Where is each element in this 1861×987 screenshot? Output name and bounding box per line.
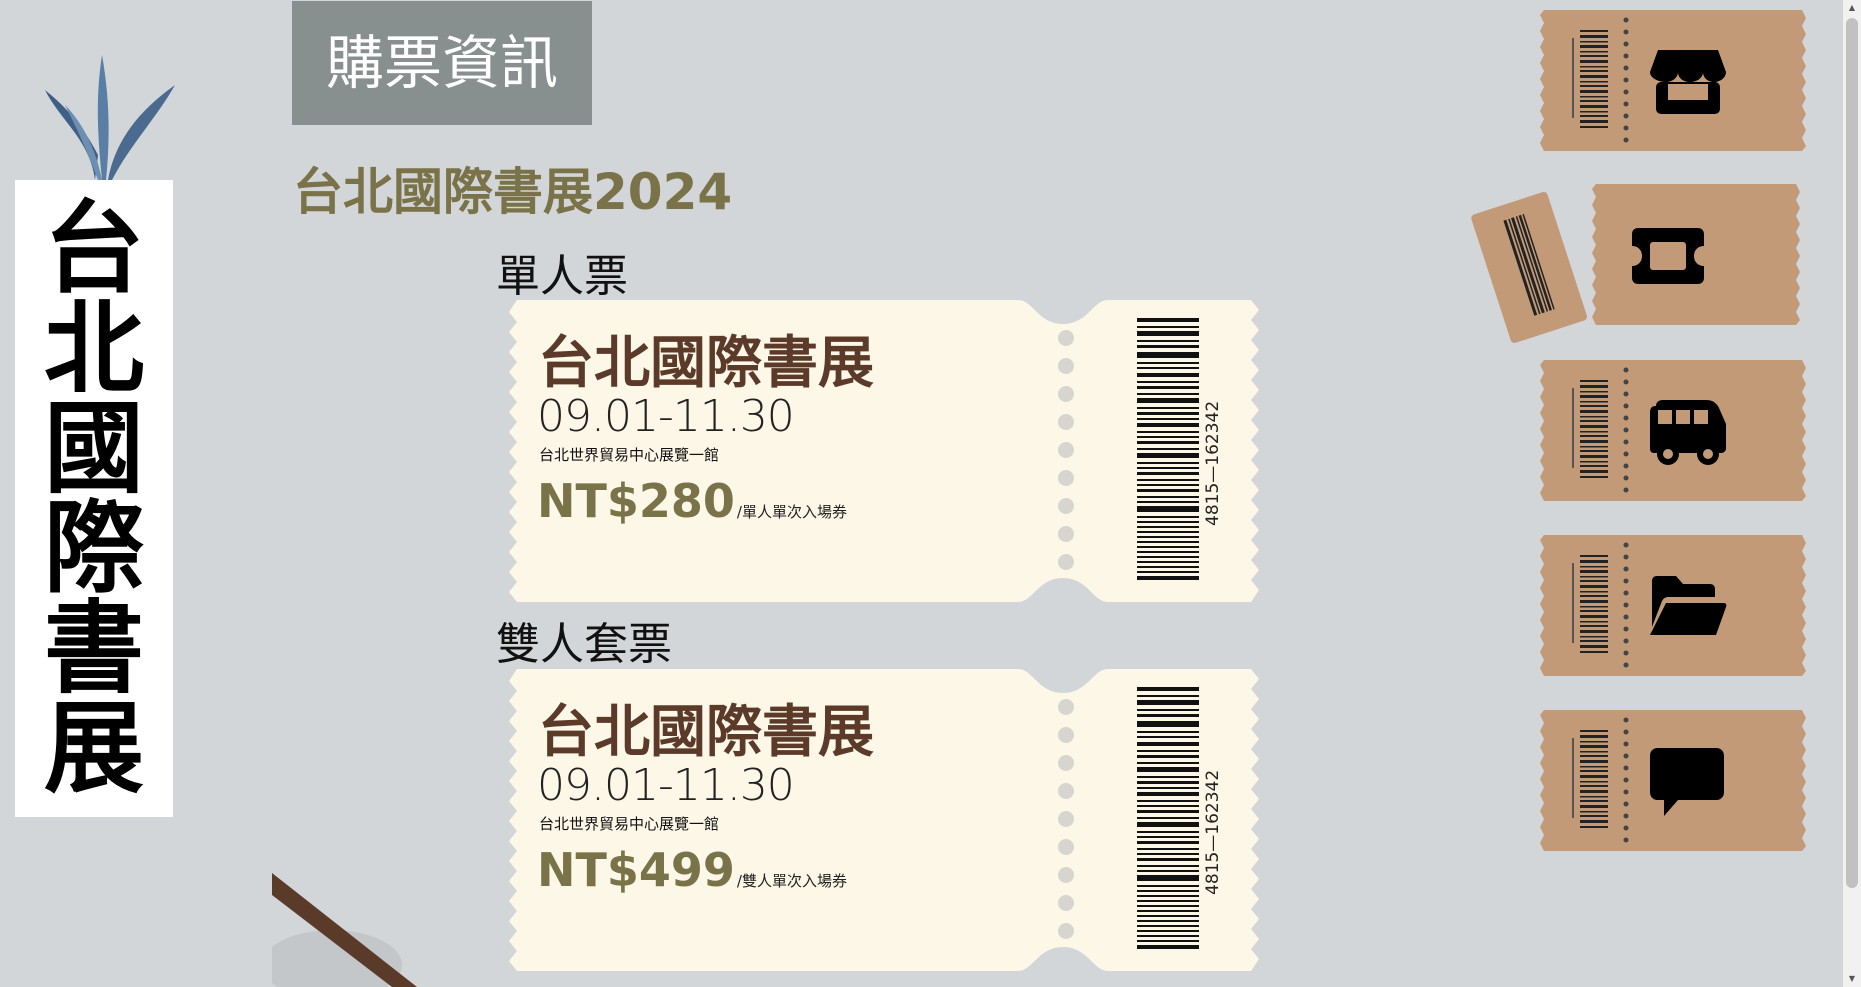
nav-tab-chat[interactable]: [1538, 708, 1808, 853]
scroll-thumb[interactable]: [1846, 18, 1858, 888]
ticket-single[interactable]: 台北國際書展 09.01-11.30 台北世界貿易中心展覽一館 NT$280/單…: [503, 296, 1263, 606]
scroll-up-arrow[interactable]: ▲: [1843, 0, 1861, 16]
ticket-title: 台北國際書展: [538, 700, 874, 765]
ticket-icon: [1632, 228, 1704, 284]
ticket-dates: 09.01-11.30: [537, 760, 795, 811]
ticket-serial: 4815—162342: [1203, 400, 1223, 526]
ticket-title: 台北國際書展: [538, 331, 874, 396]
page-title: 購票資訊: [292, 1, 592, 125]
nav-tab-folder[interactable]: [1538, 533, 1808, 678]
scroll-down-arrow[interactable]: ▼: [1843, 971, 1861, 987]
plant-decoration: [45, 55, 175, 180]
ticket-stub-tilted: [1471, 191, 1588, 343]
ticket-venue: 台北世界貿易中心展覽一館: [539, 446, 720, 464]
banner-char: 台: [44, 189, 144, 307]
ticket-pair[interactable]: 台北國際書展 09.01-11.30 台北世界貿易中心展覽一館 NT$499/雙…: [503, 665, 1263, 975]
ticket-price: NT$499/雙人單次入場券: [537, 843, 847, 897]
nav-tab-store[interactable]: [1538, 8, 1808, 153]
vertical-title-banner: 台 北 國 際 書 展: [15, 180, 173, 817]
section-label-pair: 雙人套票: [496, 619, 672, 670]
event-title: 台北國際書展2024: [293, 163, 733, 221]
ticket-price-amount: NT$499: [537, 843, 735, 897]
ticket-dates: 09.01-11.30: [537, 391, 795, 442]
bus-icon: [1650, 400, 1726, 465]
page-scrollbar[interactable]: ▲ ▼: [1843, 0, 1861, 987]
ticket-serial: 4815—162342: [1203, 769, 1223, 895]
ticket-price: NT$280/單人單次入場券: [537, 474, 847, 528]
ticket-venue: 台北世界貿易中心展覽一館: [539, 815, 720, 833]
nav-tab-bus[interactable]: [1538, 358, 1808, 503]
banner-char: 國: [44, 389, 144, 507]
banner-char: 展: [44, 689, 144, 807]
banner-char: 際: [44, 489, 144, 607]
barcode: [1137, 318, 1199, 580]
barcode: [1137, 687, 1199, 949]
ticket-price-amount: NT$280: [537, 474, 735, 528]
store-icon: [1650, 50, 1726, 114]
decorative-stick: [272, 873, 417, 987]
banner-char: 北: [44, 289, 144, 407]
ticket-price-note: /雙人單次入場券: [736, 872, 847, 890]
chat-bubble-icon: [1650, 748, 1724, 816]
nav-tab-ticket[interactable]: [1590, 182, 1802, 327]
banner-char: 書: [44, 589, 144, 707]
ticket-price-note: /單人單次入場券: [736, 503, 847, 521]
folder-open-icon: [1650, 576, 1727, 635]
section-label-single: 單人票: [496, 251, 628, 302]
